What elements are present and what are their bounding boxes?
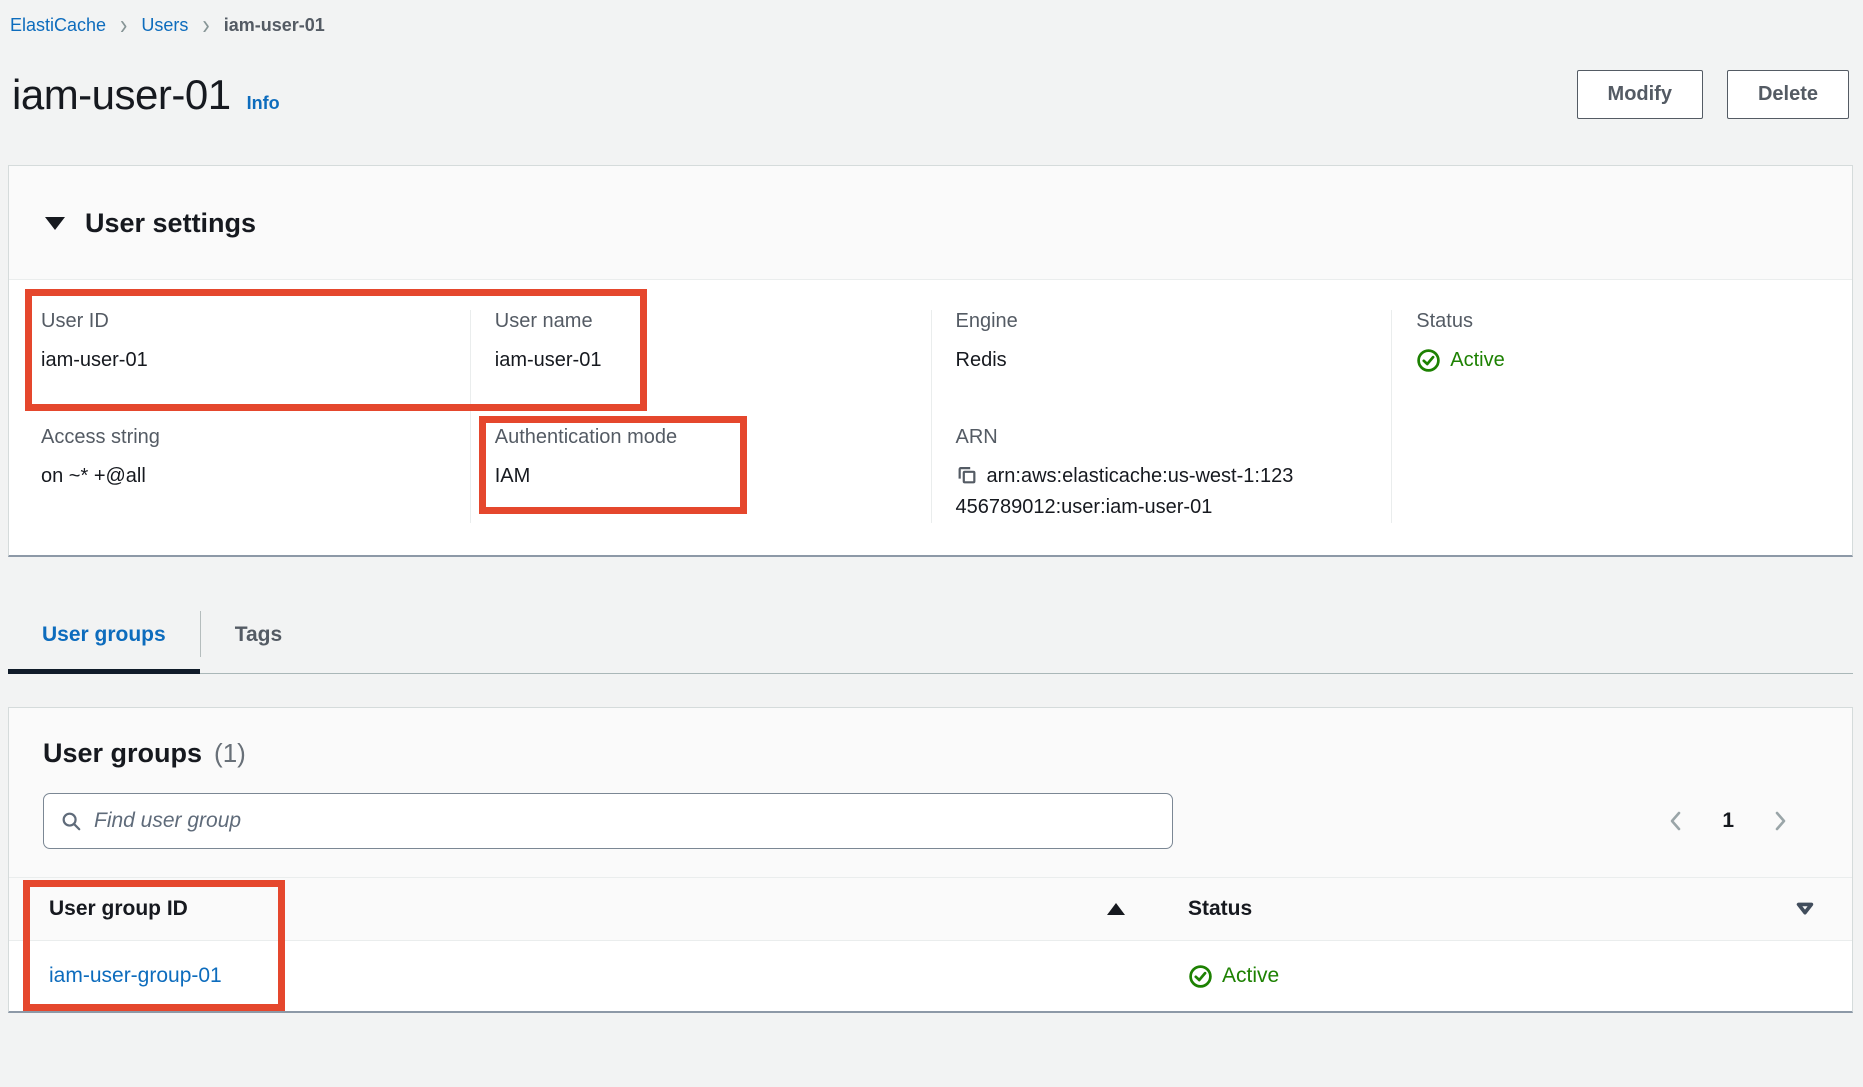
user-groups-table: User group ID Status iam-user-group-01 A… xyxy=(9,877,1852,1011)
previous-page-button[interactable] xyxy=(1664,809,1688,833)
field-authentication-mode: Authentication mode IAM xyxy=(495,426,907,492)
breadcrumb-separator-icon: › xyxy=(120,9,127,42)
breadcrumb: ElastiCache › Users › iam-user-01 xyxy=(0,0,1863,38)
user-groups-count: (1) xyxy=(214,738,246,769)
column-settings-icon[interactable] xyxy=(1794,898,1816,920)
user-settings-title: User settings xyxy=(85,208,256,239)
sort-ascending-icon[interactable] xyxy=(1107,903,1125,915)
table-header-row: User group ID Status xyxy=(9,877,1852,941)
pagination: 1 xyxy=(1664,809,1818,833)
user-settings-panel: User settings User ID iam-user-01 Access… xyxy=(8,165,1853,557)
breadcrumb-separator-icon: › xyxy=(202,9,209,42)
arn-label: ARN xyxy=(956,426,1368,449)
user-settings-grid: User ID iam-user-01 Access string on ~* … xyxy=(9,280,1852,555)
engine-label: Engine xyxy=(956,310,1368,333)
engine-value: Redis xyxy=(956,345,1368,376)
column-header-user-group-id[interactable]: User group ID xyxy=(49,897,188,921)
field-access-string: Access string on ~* +@all xyxy=(41,426,446,492)
arn-text: arn:aws:elasticache:us-west-1:1234567890… xyxy=(956,465,1294,518)
tab-bar: User groups Tags xyxy=(8,605,1853,674)
field-arn: ARN arn:aws:elasticache:us-west-1:123456… xyxy=(956,426,1368,523)
field-status: Status Active xyxy=(1416,310,1828,376)
user-name-label: User name xyxy=(495,310,907,333)
current-page-number[interactable]: 1 xyxy=(1722,809,1734,833)
access-string-value: on ~* +@all xyxy=(41,461,446,492)
status-value: Active xyxy=(1416,345,1828,376)
status-label: Status xyxy=(1416,310,1828,333)
collapse-caret-icon xyxy=(45,217,65,230)
row-status-text: Active xyxy=(1222,964,1279,988)
column-header-status[interactable]: Status xyxy=(1188,897,1252,921)
user-name-value: iam-user-01 xyxy=(495,345,907,376)
modify-button[interactable]: Modify xyxy=(1577,70,1703,119)
page-title: iam-user-01 xyxy=(12,71,231,119)
user-groups-panel: User groups (1) 1 User group ID xyxy=(8,707,1853,1013)
chevron-left-icon xyxy=(1664,809,1688,833)
field-engine: Engine Redis xyxy=(956,310,1368,376)
field-user-id: User ID iam-user-01 xyxy=(41,310,446,376)
user-groups-header: User groups (1) 1 xyxy=(9,708,1852,877)
tab-user-groups[interactable]: User groups xyxy=(8,605,200,673)
search-input[interactable] xyxy=(94,809,1156,833)
copy-icon[interactable] xyxy=(956,464,978,486)
access-string-label: Access string xyxy=(41,426,446,449)
user-settings-expander[interactable]: User settings xyxy=(9,166,1852,280)
user-group-link[interactable]: iam-user-group-01 xyxy=(49,964,222,988)
find-user-group-searchbox[interactable] xyxy=(43,793,1173,849)
breadcrumb-link-elasticache[interactable]: ElastiCache xyxy=(10,15,106,36)
status-active-icon xyxy=(1416,348,1441,373)
delete-button[interactable]: Delete xyxy=(1727,70,1849,119)
next-page-button[interactable] xyxy=(1768,809,1792,833)
user-id-label: User ID xyxy=(41,310,446,333)
row-status: Active xyxy=(1188,964,1279,989)
page-header: iam-user-01 Info Modify Delete xyxy=(0,38,1863,119)
chevron-right-icon xyxy=(1768,809,1792,833)
tab-tags[interactable]: Tags xyxy=(201,605,316,673)
status-active-icon xyxy=(1188,964,1213,989)
breadcrumb-current-page: iam-user-01 xyxy=(224,15,325,36)
breadcrumb-link-users[interactable]: Users xyxy=(141,15,188,36)
status-text: Active xyxy=(1450,345,1504,376)
search-icon xyxy=(60,810,82,832)
field-user-name: User name iam-user-01 xyxy=(495,310,907,376)
authentication-mode-value: IAM xyxy=(495,461,907,492)
arn-value: arn:aws:elasticache:us-west-1:1234567890… xyxy=(956,461,1298,523)
authentication-mode-label: Authentication mode xyxy=(495,426,907,449)
table-row: iam-user-group-01 Active xyxy=(9,941,1852,1011)
info-link[interactable]: Info xyxy=(247,93,280,114)
user-groups-title: User groups xyxy=(43,738,202,769)
user-id-value: iam-user-01 xyxy=(41,345,446,376)
